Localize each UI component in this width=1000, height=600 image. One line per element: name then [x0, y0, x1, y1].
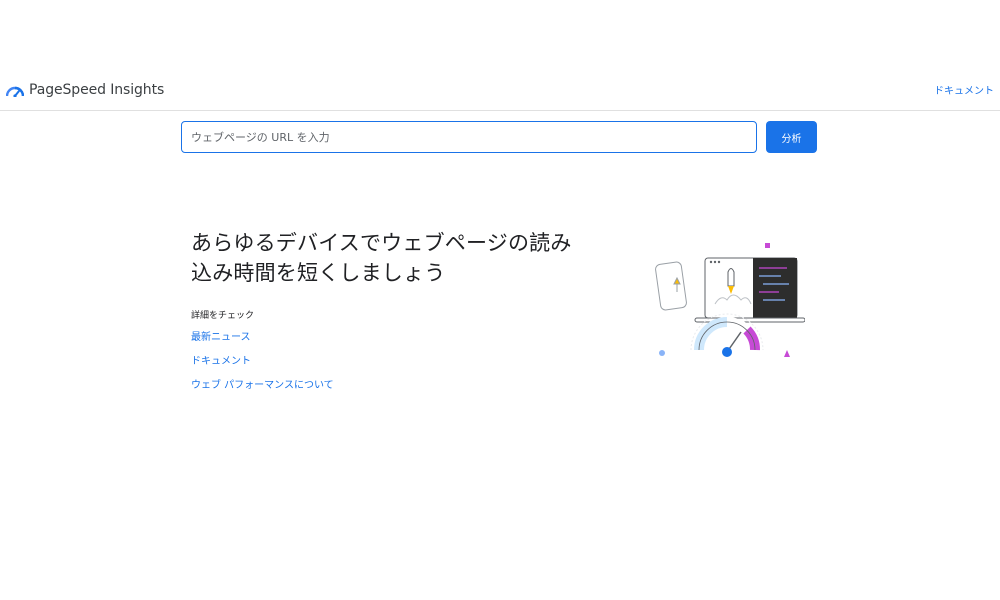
link-latest-news[interactable]: 最新ニュース — [191, 332, 251, 343]
hero-title-line-2: 込み時間を短くしましょう — [191, 261, 446, 285]
hero-title: あらゆるデバイスでウェブページの読み 込み時間を短くしましょう — [191, 228, 641, 288]
analyze-button[interactable]: 分析 — [766, 121, 817, 153]
pagespeed-gauge-icon — [6, 86, 24, 97]
top-app-bar: PageSpeed Insights ドキュメント — [0, 70, 1000, 111]
list-item: ウェブ パフォーマンスについて — [191, 376, 641, 400]
search-row: 分析 — [181, 121, 817, 153]
link-documentation[interactable]: ドキュメント — [191, 356, 251, 367]
brand-home-link[interactable]: PageSpeed Insights — [6, 80, 164, 100]
url-input[interactable] — [181, 121, 757, 153]
list-item: 最新ニュース — [191, 328, 641, 352]
learn-more-heading: 詳細をチェック — [191, 311, 255, 321]
learn-more-list: 最新ニュース ドキュメント ウェブ パフォーマンスについて — [191, 328, 641, 400]
app-name: PageSpeed Insights — [29, 82, 165, 98]
link-web-performance[interactable]: ウェブ パフォーマンスについて — [191, 380, 334, 391]
list-item: ドキュメント — [191, 352, 641, 376]
hero-section: あらゆるデバイスでウェブページの読み 込み時間を短くしましょう 詳細をチェック … — [191, 228, 641, 400]
hero-title-line-1: あらゆるデバイスでウェブページの読み — [191, 231, 572, 255]
devices-speed-gauge-illustration — [655, 243, 805, 357]
docs-link[interactable]: ドキュメント — [934, 82, 994, 97]
